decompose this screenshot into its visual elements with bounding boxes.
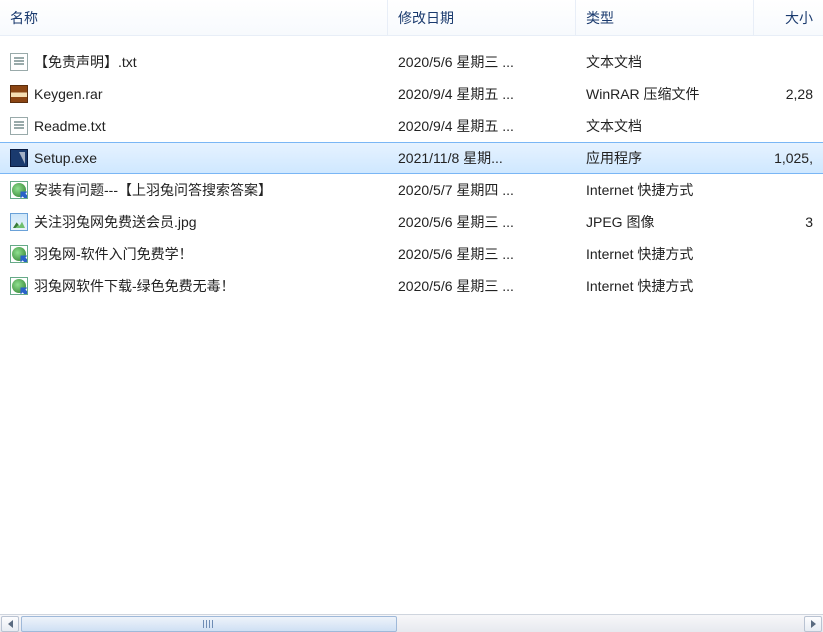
file-modified: 2020/9/4 星期五 ... [388, 116, 576, 136]
internet-shortcut-icon [10, 245, 28, 263]
scrollbar-thumb[interactable] [21, 616, 397, 632]
file-size: 1,025, [754, 150, 823, 166]
column-header-size[interactable]: 大小 [754, 0, 823, 35]
file-row[interactable]: 关注羽兔网免费送会员.jpg 2020/5/6 星期三 ... JPEG 图像 … [0, 206, 823, 238]
file-modified: 2021/11/8 星期... [388, 148, 576, 168]
file-row[interactable]: 羽兔网软件下载-绿色免费无毒！ 2020/5/6 星期三 ... Interne… [0, 270, 823, 302]
archive-file-icon [10, 85, 28, 103]
file-modified: 2020/5/6 星期三 ... [388, 276, 576, 296]
file-row[interactable]: 羽兔网-软件入门免费学！ 2020/5/6 星期三 ... Internet 快… [0, 238, 823, 270]
column-header-label: 类型 [586, 8, 614, 28]
file-type: 应用程序 [576, 148, 754, 168]
file-name: Keygen.rar [34, 86, 102, 102]
internet-shortcut-icon [10, 277, 28, 295]
file-type: Internet 快捷方式 [576, 276, 754, 296]
file-modified: 2020/5/6 星期三 ... [388, 244, 576, 264]
file-name: 羽兔网软件下载-绿色免费无毒！ [34, 276, 235, 296]
internet-shortcut-icon [10, 181, 28, 199]
file-name: 安装有问题---【上羽兔问答搜索答案】 [34, 180, 272, 200]
text-file-icon [10, 117, 28, 135]
file-row[interactable]: Keygen.rar 2020/9/4 星期五 ... WinRAR 压缩文件 … [0, 78, 823, 110]
file-modified: 2020/5/6 星期三 ... [388, 212, 576, 232]
file-type: WinRAR 压缩文件 [576, 84, 754, 104]
scrollbar-track[interactable] [21, 616, 802, 632]
file-size: 2,28 [754, 86, 823, 102]
column-header-label: 名称 [10, 8, 38, 28]
column-header-label: 大小 [785, 8, 813, 28]
scroll-right-button[interactable] [804, 616, 822, 632]
file-row-selected[interactable]: Setup.exe 2021/11/8 星期... 应用程序 1,025, [0, 142, 823, 174]
file-modified: 2020/5/6 星期三 ... [388, 52, 576, 72]
scrollbar-grip-icon [203, 620, 215, 628]
file-name: Readme.txt [34, 118, 106, 134]
file-type: 文本文档 [576, 116, 754, 136]
file-modified: 2020/9/4 星期五 ... [388, 84, 576, 104]
file-type: JPEG 图像 [576, 212, 754, 232]
column-header-type[interactable]: 类型 [576, 0, 754, 35]
file-type: Internet 快捷方式 [576, 180, 754, 200]
file-list: 【免责声明】.txt 2020/5/6 星期三 ... 文本文档 Keygen.… [0, 36, 823, 614]
file-row[interactable]: 【免责声明】.txt 2020/5/6 星期三 ... 文本文档 [0, 46, 823, 78]
file-type: Internet 快捷方式 [576, 244, 754, 264]
file-name: 羽兔网-软件入门免费学！ [34, 244, 193, 264]
file-name: Setup.exe [34, 150, 97, 166]
column-header-name[interactable]: 名称 [0, 0, 388, 35]
column-header-modified[interactable]: 修改日期 [388, 0, 576, 35]
file-row[interactable]: Readme.txt 2020/9/4 星期五 ... 文本文档 [0, 110, 823, 142]
column-headers: 名称 修改日期 类型 大小 [0, 0, 823, 36]
file-name: 关注羽兔网免费送会员.jpg [34, 212, 197, 232]
column-header-label: 修改日期 [398, 8, 454, 28]
file-row[interactable]: 安装有问题---【上羽兔问答搜索答案】 2020/5/7 星期四 ... Int… [0, 174, 823, 206]
horizontal-scrollbar[interactable] [0, 614, 823, 632]
file-name: 【免责声明】.txt [34, 52, 137, 72]
chevron-right-icon [811, 620, 816, 628]
file-type: 文本文档 [576, 52, 754, 72]
application-icon [10, 149, 28, 167]
chevron-left-icon [8, 620, 13, 628]
file-explorer-details-view: 名称 修改日期 类型 大小 【免责声明】.txt 2020/5/6 星期三 ..… [0, 0, 823, 632]
file-size: 3 [754, 214, 823, 230]
file-modified: 2020/5/7 星期四 ... [388, 180, 576, 200]
text-file-icon [10, 53, 28, 71]
scroll-left-button[interactable] [1, 616, 19, 632]
image-file-icon [10, 213, 28, 231]
